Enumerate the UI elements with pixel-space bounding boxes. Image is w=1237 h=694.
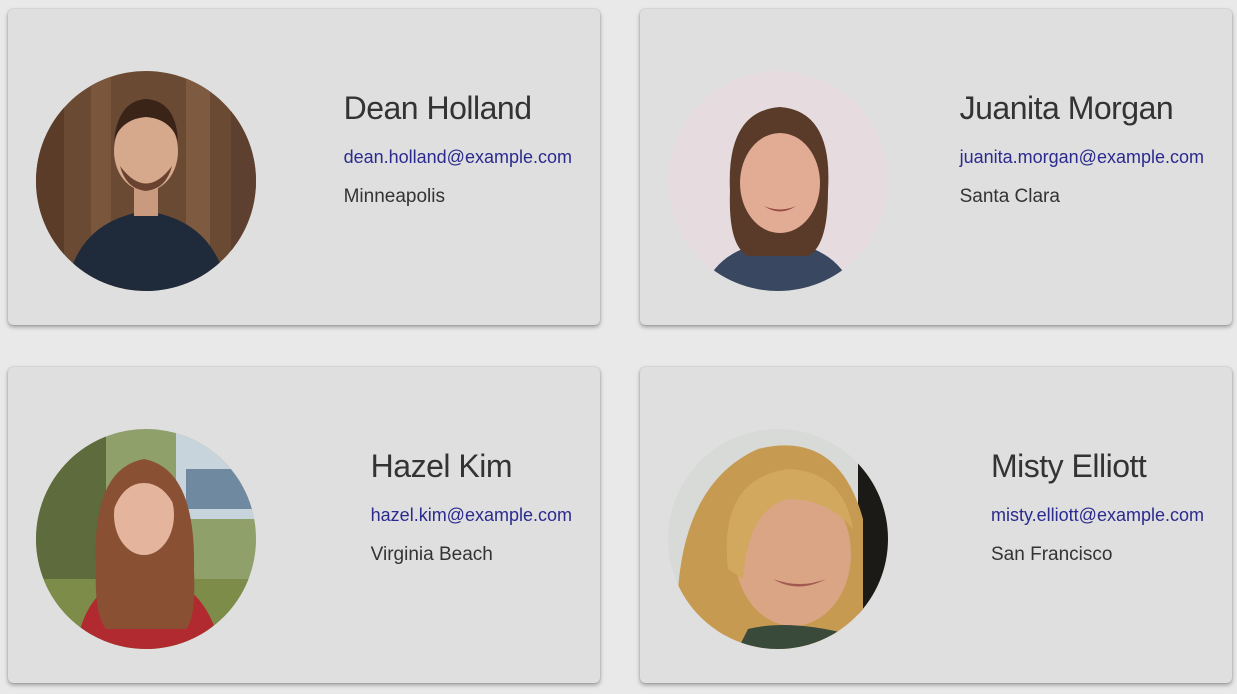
user-info: Hazel Kim hazel.kim@example.com Virginia… (371, 447, 572, 567)
email-link[interactable]: misty.elliott@example.com (991, 503, 1204, 527)
avatar-photo-icon (668, 429, 888, 649)
user-name: Dean Holland (343, 90, 532, 126)
user-city: San Francisco (991, 544, 1113, 565)
avatar (668, 429, 888, 649)
user-card: Juanita Morgan juanita.morgan@example.co… (640, 9, 1232, 325)
user-name: Misty Elliott (991, 448, 1147, 484)
user-card: Misty Elliott misty.elliott@example.com … (640, 367, 1232, 683)
user-city: Minneapolis (343, 186, 445, 207)
avatar-photo-icon (668, 71, 888, 291)
avatar-photo-icon (36, 71, 256, 291)
avatar (668, 71, 888, 291)
avatar-photo-icon (36, 429, 256, 649)
email-link[interactable]: juanita.morgan@example.com (960, 145, 1204, 169)
user-info: Juanita Morgan juanita.morgan@example.co… (960, 89, 1204, 209)
avatar (36, 429, 256, 649)
email-link[interactable]: hazel.kim@example.com (371, 503, 572, 527)
user-info: Dean Holland dean.holland@example.com Mi… (344, 89, 572, 209)
user-name: Hazel Kim (370, 448, 513, 484)
user-city: Santa Clara (959, 186, 1060, 207)
user-name: Juanita Morgan (959, 90, 1174, 126)
email-link[interactable]: dean.holland@example.com (344, 145, 572, 169)
user-city: Virginia Beach (370, 544, 493, 565)
user-card: Hazel Kim hazel.kim@example.com Virginia… (8, 367, 600, 683)
user-info: Misty Elliott misty.elliott@example.com … (991, 447, 1204, 567)
avatar (36, 71, 256, 291)
user-card: Dean Holland dean.holland@example.com Mi… (8, 9, 600, 325)
